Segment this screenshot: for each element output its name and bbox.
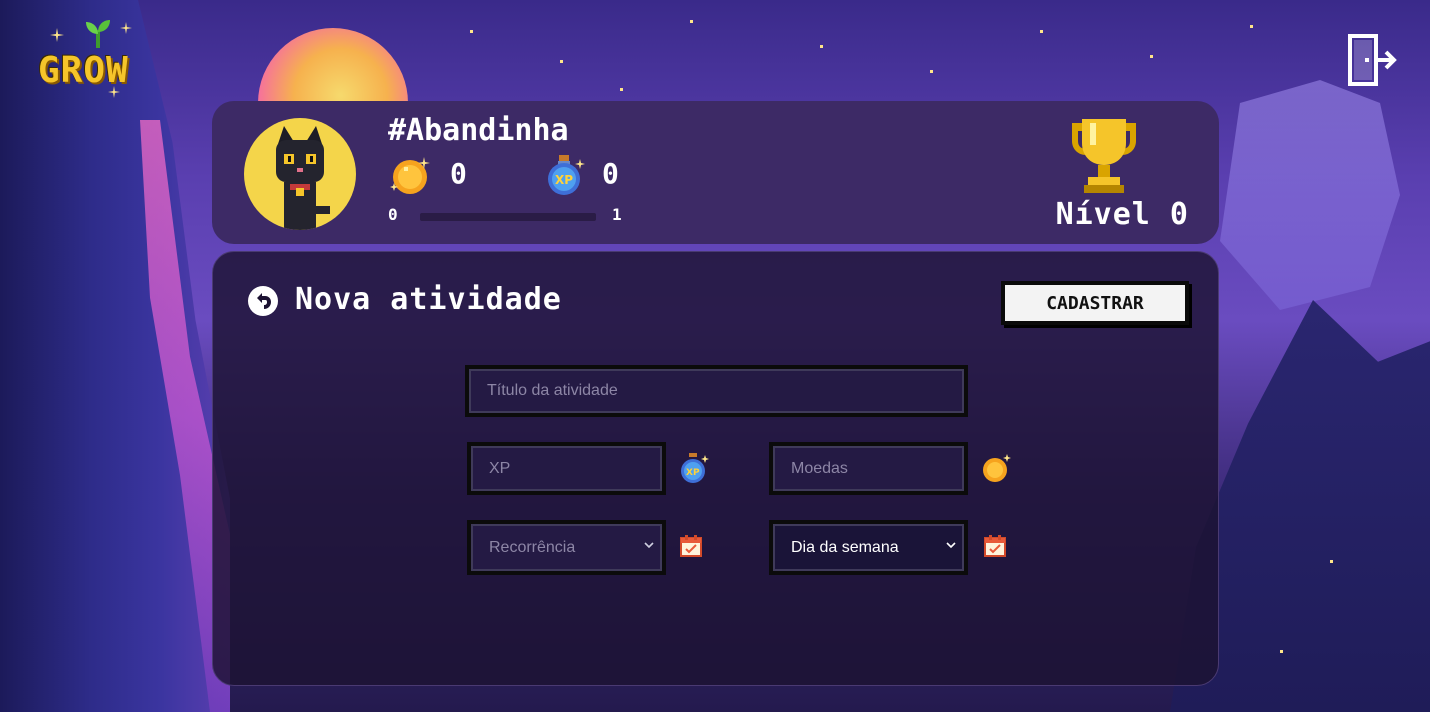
coin-icon xyxy=(388,153,432,197)
new-activity-panel: Nova atividade CADASTRAR XP Recorrência xyxy=(212,251,1219,686)
recurrence-select[interactable]: Recorrência xyxy=(467,520,666,575)
weekday-select[interactable]: Dia da semana xyxy=(769,520,968,575)
sprout-icon xyxy=(86,20,110,48)
grow-logo-icon[interactable]: GROW xyxy=(36,20,156,100)
star xyxy=(470,30,473,33)
star xyxy=(620,88,623,91)
star xyxy=(1250,25,1253,28)
star xyxy=(1330,560,1333,563)
star xyxy=(820,45,823,48)
xp-value: 0 xyxy=(602,157,619,190)
profile-card: #Abandinha 0 XP 0 0 1 Nível 0 xyxy=(212,101,1219,244)
star xyxy=(560,60,563,63)
xp-potion-icon: XP xyxy=(677,452,709,484)
sparkle-icon xyxy=(120,22,132,34)
sparkle-icon xyxy=(50,28,64,42)
panel-title: Nova atividade xyxy=(295,282,562,317)
xp-input[interactable] xyxy=(467,442,666,495)
cliff-left xyxy=(0,0,230,712)
cat-avatar-icon xyxy=(276,126,330,230)
star xyxy=(930,70,933,73)
username: #Abandinha xyxy=(388,113,569,148)
calendar-icon xyxy=(679,534,703,558)
coins-value: 0 xyxy=(450,157,467,190)
svg-text:XP: XP xyxy=(555,173,573,187)
activity-title-input[interactable] xyxy=(465,365,968,417)
submit-button[interactable]: CADASTRAR xyxy=(1001,281,1189,325)
calendar-icon xyxy=(983,534,1007,558)
back-arrow-icon[interactable] xyxy=(247,285,279,317)
xp-progress-bar xyxy=(420,213,596,221)
star xyxy=(1280,650,1283,653)
weekday-select-wrap: Dia da semana xyxy=(769,520,968,575)
logo-text: GROW xyxy=(38,50,129,91)
coins-input[interactable] xyxy=(769,442,968,495)
xp-potion-icon: XP xyxy=(542,153,586,197)
star xyxy=(1040,30,1043,33)
recurrence-select-wrap: Recorrência xyxy=(467,520,666,575)
coin-icon xyxy=(979,452,1011,484)
xp-bar-min: 0 xyxy=(388,205,398,224)
xp-bar-max: 1 xyxy=(612,205,622,224)
trophy-icon xyxy=(1064,119,1144,195)
star xyxy=(1150,55,1153,58)
logout-icon[interactable] xyxy=(1346,34,1398,86)
svg-text:XP: XP xyxy=(686,468,700,478)
cloud xyxy=(1220,80,1400,310)
star xyxy=(690,20,693,23)
avatar[interactable] xyxy=(244,118,356,230)
level-label: Nível 0 xyxy=(1055,197,1189,232)
